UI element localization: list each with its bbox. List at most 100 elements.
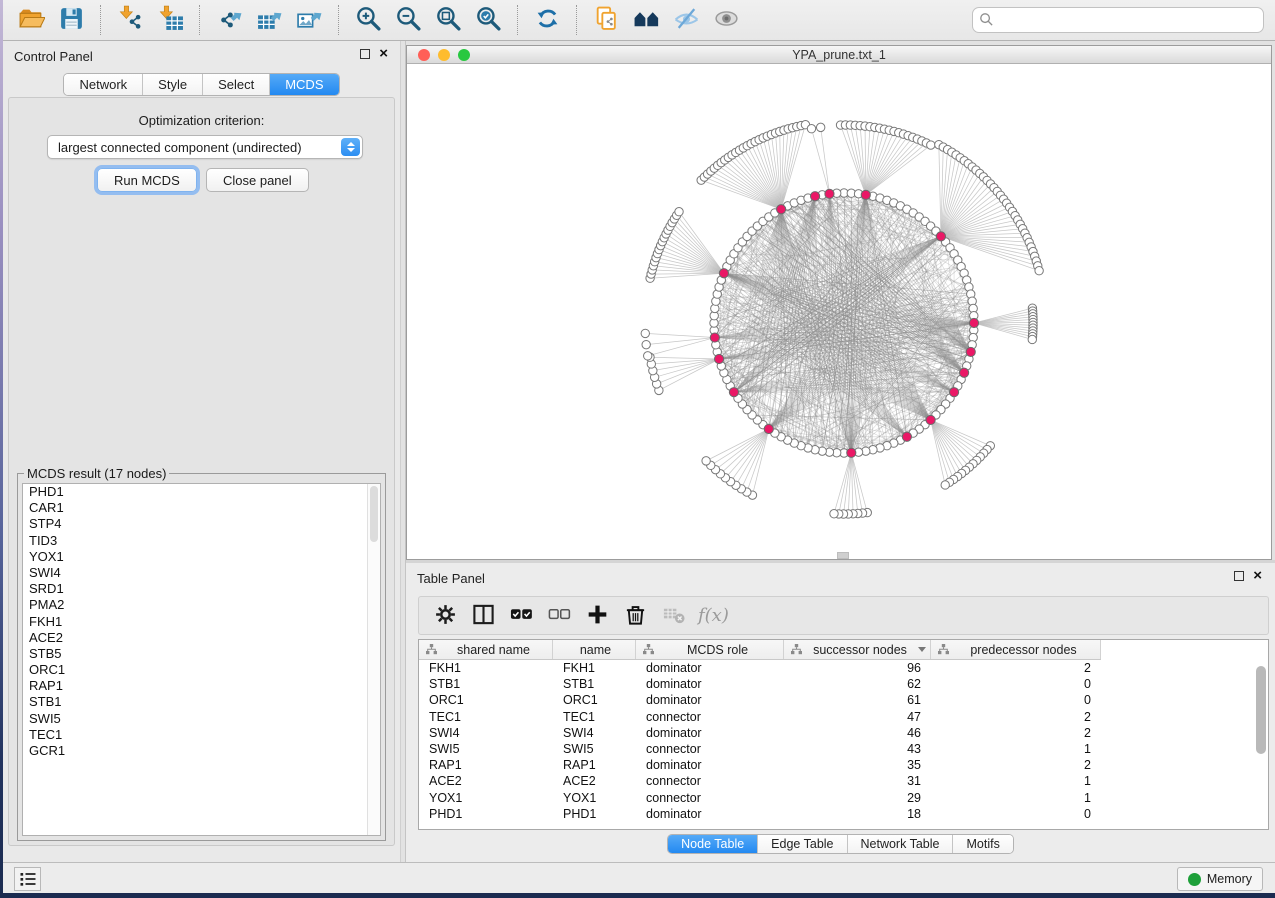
table-scrollbar[interactable]: [1256, 666, 1266, 827]
zoom-selected-button[interactable]: [471, 4, 505, 36]
table-cell: RAP1: [419, 757, 553, 773]
search-icon: [979, 12, 994, 27]
table-row[interactable]: FKH1FKH1dominator962: [419, 660, 1268, 676]
criterion-dropdown-value: largest connected component (undirected): [58, 140, 302, 155]
tab-motifs[interactable]: Motifs: [953, 835, 1012, 853]
refresh-layout-button[interactable]: [530, 4, 564, 36]
mcds-result-item[interactable]: STB5: [23, 646, 380, 662]
column-browser-button[interactable]: [468, 602, 498, 630]
column-header-successor-nodes[interactable]: successor nodes: [784, 640, 931, 659]
settings-gear-button[interactable]: [430, 602, 460, 630]
table-cell: 62: [784, 676, 931, 692]
task-history-button[interactable]: [14, 867, 41, 891]
canvas-scroll-thumb[interactable]: [837, 552, 849, 559]
zoom-in-button[interactable]: [351, 4, 385, 36]
save-session-button[interactable]: [54, 4, 88, 36]
mcds-result-item[interactable]: RAP1: [23, 678, 380, 694]
table-cell: connector: [636, 741, 784, 757]
run-mcds-button[interactable]: Run MCDS: [97, 168, 197, 192]
table-cell: dominator: [636, 806, 784, 822]
show-all-button[interactable]: [709, 4, 743, 36]
mcds-result-item[interactable]: YOX1: [23, 549, 380, 565]
settings-gear-icon: [434, 603, 457, 629]
open-file-button[interactable]: [14, 4, 48, 36]
search-input[interactable]: [972, 7, 1264, 33]
hide-selected-button[interactable]: [669, 4, 703, 36]
mcds-result-item[interactable]: FKH1: [23, 614, 380, 630]
export-network-button[interactable]: [212, 4, 246, 36]
tab-edge-table[interactable]: Edge Table: [758, 835, 847, 853]
table-cell: 2: [931, 757, 1101, 773]
table-cell: ORC1: [553, 692, 636, 708]
mcds-result-item[interactable]: TEC1: [23, 727, 380, 743]
function-builder-icon[interactable]: f(x): [698, 605, 729, 626]
import-table-button[interactable]: [153, 4, 187, 36]
select-all-checks-button[interactable]: [506, 602, 536, 630]
tab-network[interactable]: Network: [64, 74, 143, 95]
table-row[interactable]: YOX1YOX1connector291: [419, 790, 1268, 806]
table-row[interactable]: TEC1TEC1connector472: [419, 709, 1268, 725]
add-column-button[interactable]: [582, 602, 612, 630]
table-cell: PHD1: [553, 806, 636, 822]
import-table-icon: [157, 5, 184, 35]
mcds-result-item[interactable]: PMA2: [23, 597, 380, 613]
zoom-fit-button[interactable]: [431, 4, 465, 36]
column-header-predecessor-nodes[interactable]: predecessor nodes: [931, 640, 1101, 659]
mcds-result-list[interactable]: PHD1CAR1STP4TID3YOX1SWI4SRD1PMA2FKH1ACE2…: [22, 483, 381, 836]
mcds-result-item[interactable]: SWI4: [23, 565, 380, 581]
table-row[interactable]: RAP1RAP1dominator352: [419, 757, 1268, 773]
table-row[interactable]: ORC1ORC1dominator610: [419, 692, 1268, 708]
table-cell: TEC1: [419, 709, 553, 725]
deselect-all-checks-button[interactable]: [544, 602, 574, 630]
mcds-result-item[interactable]: SWI5: [23, 711, 380, 727]
table-row[interactable]: SWI5SWI5connector431: [419, 741, 1268, 757]
criterion-dropdown[interactable]: largest connected component (undirected): [47, 135, 363, 159]
tab-select[interactable]: Select: [203, 74, 270, 95]
table-row[interactable]: PHD1PHD1dominator180: [419, 806, 1268, 822]
zoom-out-button[interactable]: [391, 4, 425, 36]
tab-style[interactable]: Style: [143, 74, 203, 95]
column-header-name[interactable]: name: [553, 640, 636, 659]
mcds-result-item[interactable]: GCR1: [23, 743, 380, 759]
close-panel-button[interactable]: Close panel: [206, 168, 309, 192]
table-cell: 18: [784, 806, 931, 822]
tab-mcds[interactable]: MCDS: [270, 74, 338, 95]
table-row[interactable]: SWI4SWI4dominator462: [419, 725, 1268, 741]
mcds-result-item[interactable]: ORC1: [23, 662, 380, 678]
duplicate-network-button[interactable]: [589, 4, 623, 36]
mcds-result-item[interactable]: CAR1: [23, 500, 380, 516]
column-header-MCDS-role[interactable]: MCDS role: [636, 640, 784, 659]
table-panel-tabs: Node TableEdge TableNetwork TableMotifs: [406, 834, 1275, 854]
tab-network-table[interactable]: Network Table: [848, 835, 954, 853]
mcds-result-item[interactable]: PHD1: [23, 484, 380, 500]
network-titlebar[interactable]: YPA_prune.txt_1: [407, 46, 1271, 64]
mcds-result-item[interactable]: ACE2: [23, 630, 380, 646]
first-neighbors-button[interactable]: [629, 4, 663, 36]
memory-button[interactable]: Memory: [1177, 867, 1263, 891]
delete-column-button[interactable]: [620, 602, 650, 630]
mcds-result-item[interactable]: STP4: [23, 516, 380, 532]
table-row[interactable]: STB1STB1dominator620: [419, 676, 1268, 692]
table-toolbar: f(x): [418, 596, 1269, 635]
export-table-button[interactable]: [252, 4, 286, 36]
export-image-button[interactable]: [292, 4, 326, 36]
float-panel-icon[interactable]: [360, 49, 370, 59]
open-file-icon: [18, 5, 45, 35]
close-table-panel-icon[interactable]: ×: [1253, 571, 1262, 581]
tab-node-table[interactable]: Node Table: [668, 835, 758, 853]
column-header-shared-name[interactable]: shared name: [419, 640, 553, 659]
network-canvas[interactable]: [407, 64, 1271, 559]
control-panel-tabs: NetworkStyleSelectMCDS: [3, 73, 400, 96]
import-network-button[interactable]: [113, 4, 147, 36]
table-row[interactable]: ACE2ACE2connector311: [419, 773, 1268, 789]
mcds-result-item[interactable]: TID3: [23, 533, 380, 549]
mcds-list-scrollbar[interactable]: [367, 484, 380, 835]
hide-selected-icon: [673, 5, 700, 35]
toolbar-separator: [517, 5, 518, 35]
close-panel-icon[interactable]: ×: [379, 49, 388, 59]
table-cell: SWI5: [553, 741, 636, 757]
mcds-result-item[interactable]: SRD1: [23, 581, 380, 597]
mcds-result-item[interactable]: STB1: [23, 694, 380, 710]
float-table-panel-icon[interactable]: [1234, 571, 1244, 581]
table-cell: 1: [931, 773, 1101, 789]
